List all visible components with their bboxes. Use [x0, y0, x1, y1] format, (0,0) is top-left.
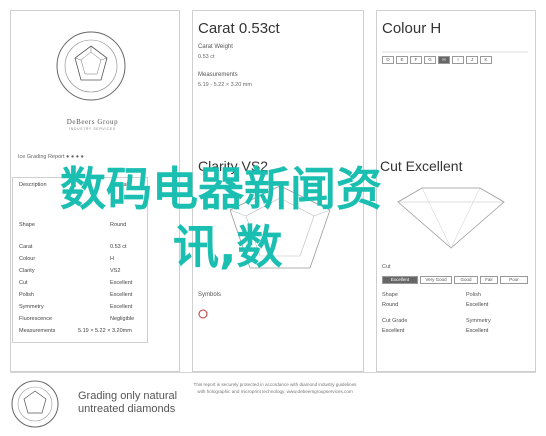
carat-weight-value: 0.53 ct [198, 54, 215, 60]
cut-bar-item: Good [454, 276, 478, 284]
summary-value: Excellent [110, 280, 133, 286]
measurements-value: 5.19 - 5.22 × 3.20 mm [198, 82, 252, 88]
brand-name: DeBeers Group [66, 118, 119, 126]
carat-title: Carat 0.53ct [198, 20, 280, 37]
colour-grade: G [424, 56, 436, 64]
cut-bar-selected: Excellent [382, 276, 418, 284]
summary-value: 5.19 × 5.22 × 3.20mm [78, 328, 132, 334]
symmetry-label: Symmetry [466, 318, 491, 324]
summary-label: Polish [19, 292, 34, 298]
footer-title-line2: untreated diamonds [78, 403, 176, 415]
cutgrade-label: Cut Grade [382, 318, 408, 324]
shape-label: Shape [382, 292, 398, 298]
footer-title-line1: Grading only natural [78, 390, 178, 402]
symbol-marker-icon [198, 309, 208, 319]
diamond-seal-icon [56, 31, 126, 101]
colour-grade: D [382, 56, 394, 64]
colour-scale-icon [382, 51, 528, 53]
colour-grade: J [466, 56, 478, 64]
summary-label: Colour [19, 256, 36, 262]
footer-seal-icon [11, 380, 59, 428]
colour-grade: F [410, 56, 422, 64]
brand-subtitle: INDUSTRY SERVICES [69, 127, 116, 131]
headline-line1: 数码电器新闻资 [60, 162, 382, 216]
summary-label: Measurements [19, 328, 56, 334]
summary-label: Carat [19, 244, 33, 250]
cut-bar-item: Fair [480, 276, 498, 284]
headline-overlay: 数码电器新闻资 讯,数 [60, 160, 530, 276]
footer-note: This report is securely protected in acc… [193, 382, 357, 394]
summary-label: Shape [19, 222, 35, 228]
summary-label: Symmetry [19, 304, 44, 310]
shape-value: Round [382, 302, 399, 308]
colour-grade: K [480, 56, 492, 64]
summary-value: Excellent [110, 304, 133, 310]
headline-line2: 讯,数 [173, 220, 283, 274]
summary-label: Fluorescence [19, 316, 53, 322]
colour-grade: I [452, 56, 464, 64]
colour-title: Colour H [382, 20, 442, 37]
footer-title: Grading only natural untreated diamonds [78, 390, 177, 416]
measurements-label: Measurements [198, 72, 238, 78]
summary-value: Excellent [110, 292, 133, 298]
summary-label: Clarity [19, 268, 35, 274]
summary-label: Cut [19, 280, 28, 286]
footer-divider [10, 372, 536, 373]
symbols-label: Symbols [198, 292, 222, 298]
polish-value: Excellent [466, 302, 489, 308]
polish-label: Polish [466, 292, 481, 298]
summary-value: Negligible [110, 316, 135, 322]
carat-weight-label: Carat Weight [198, 44, 233, 50]
summary-label: Description [19, 182, 47, 188]
cut-bar-item: Poor [500, 276, 528, 284]
symmetry-value: Excellent [466, 328, 489, 334]
cutgrade-value: Excellent [382, 328, 405, 334]
colour-grade: E [396, 56, 408, 64]
colour-grade-selected: H [438, 56, 450, 64]
cut-bar-item: Very Good [420, 276, 452, 284]
